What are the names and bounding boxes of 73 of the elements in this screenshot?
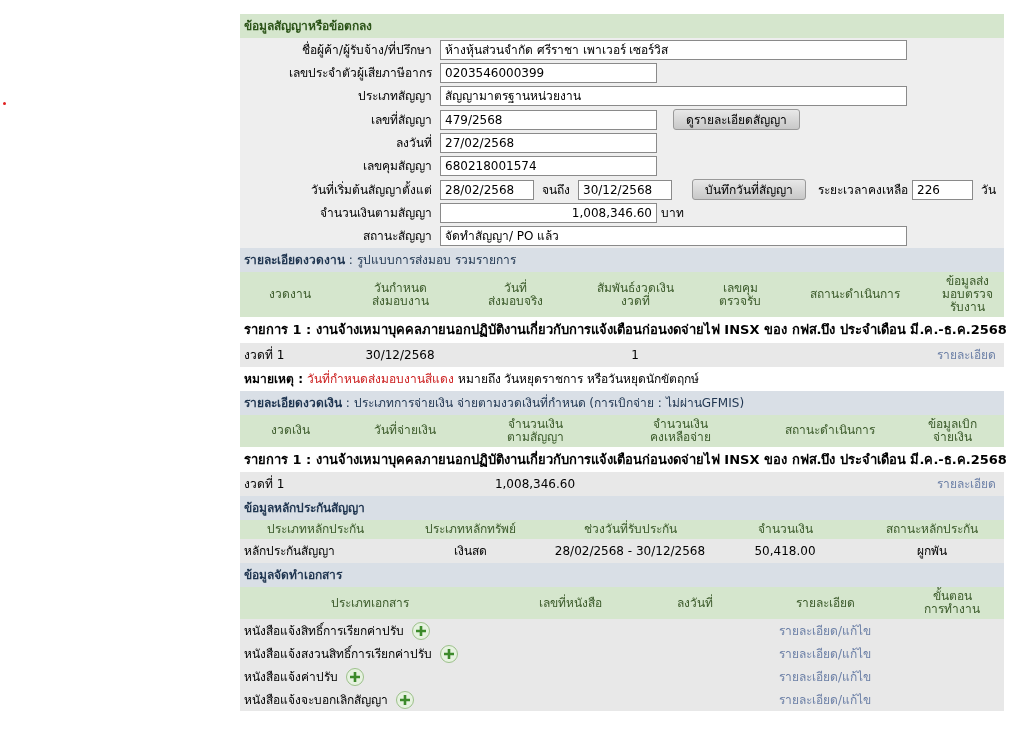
field-label: จนถึง (542, 181, 570, 199)
table-cell-text: 30/12/2568 (364, 346, 436, 364)
text-field[interactable]: 479/2568 (440, 109, 657, 130)
column-header: รายละเอียด (794, 594, 856, 612)
column-header: วันที่ ส่งมอบจริง (486, 278, 544, 310)
text-field[interactable]: 226 (912, 179, 973, 200)
field-label: จำนวนเงินตามสัญญา (319, 205, 433, 222)
column-header: สถานะดำเนินการ (784, 422, 876, 439)
column-header: งวดงาน (268, 286, 312, 303)
table-cell-text: 1 (630, 346, 640, 364)
document-type: หนังสือแจ้งสิทธิ์การเรียกค่าปรับ (244, 621, 404, 640)
text-field[interactable]: 30/12/2568 (578, 179, 672, 200)
column-header: ข้อมูลส่ง มอบตรวจ รับงาน (940, 273, 994, 316)
section-header: รายละเอียดงวดเงิน : ประเภทการจ่ายเงิน จ่ายตามงวดเงินที่กำหนด (การเบิกจ่าย : ไม่ผ่านGFMIS) (240, 390, 1004, 415)
column-header: สถานะหลักประกัน (885, 521, 979, 538)
column-header: สถานะดำเนินการ (809, 286, 901, 303)
dot-mark (3, 102, 6, 105)
column-header: เลขที่หนังสือ (537, 593, 603, 612)
text-field[interactable]: 0203546000399 (440, 63, 657, 83)
field-label: ลงวันที่ (395, 134, 433, 152)
column-header: ประเภทเอกสาร (330, 594, 410, 612)
field-label: สถานะสัญญา (362, 228, 433, 245)
table-cell-text: เงินสด (452, 543, 488, 560)
text-field[interactable]: 1,008,346.60 (440, 203, 657, 223)
column-header: จำนวนเงิน คงเหลือจ่าย (648, 415, 712, 446)
action-button[interactable]: ดูรายละเอียดสัญญา (673, 109, 800, 130)
section-header: ข้อมูลหลักประกันสัญญา (240, 496, 1004, 520)
field-label: เลขประจำตัวผู้เสียภาษีอากร (288, 65, 433, 82)
field-label: ประเภทสัญญา (357, 88, 433, 105)
text-field[interactable]: ห้างหุ้นส่วนจำกัด ศรีราชา เพาเวอร์ เซอร์วิส (440, 40, 907, 60)
column-header: จำนวนเงิน (756, 521, 814, 538)
document-type: หนังสือแจ้งสงวนสิทธิ์การเรียกค่าปรับ (244, 644, 432, 663)
text-field[interactable]: สัญญามาตรฐานหน่วยงาน (440, 86, 907, 106)
column-header: ประเภทหลักประกัน (265, 521, 365, 538)
unit-label: บาท (661, 205, 684, 222)
column-header: ข้อมูลเบิก จ่ายเงิน (926, 415, 978, 446)
field-label: เลขที่สัญญา (370, 110, 433, 129)
text-field[interactable]: จัดทำสัญญา/ PO แล้ว (440, 226, 907, 246)
section-header: รายละเอียดงวดงาน : รูปแบบการส่งมอบ รวมรายการ (240, 248, 1004, 272)
action-button[interactable]: บันทึกวันที่สัญญา (692, 179, 806, 200)
column-header: ประเภทหลักทรัพย์ (423, 521, 517, 538)
table-cell-text: 1,008,346.60 (493, 476, 577, 493)
table-cell-text: 50,418.00 (753, 543, 817, 560)
unit-label: วัน (981, 181, 996, 199)
add-icon[interactable] (440, 644, 458, 663)
section-header: ข้อมูลจัดทำเอกสาร (240, 563, 1004, 587)
text-field[interactable]: 27/02/2568 (440, 133, 657, 153)
column-header: เลขคุม ตรวจรับ (718, 279, 762, 310)
column-header: ลงวันที่ (676, 593, 714, 612)
column-header: ขั้นตอน การทำงาน (923, 587, 981, 618)
text-field[interactable]: 28/02/2568 (440, 179, 534, 200)
section-header: ข้อมูลสัญญาหรือข้อตกลง (240, 14, 1004, 38)
table-cell-text: งวดที่ 1 (243, 475, 286, 493)
table-cell-text: 28/02/2568 - 30/12/2568 (553, 543, 707, 560)
text-field[interactable]: 680218001574 (440, 156, 657, 176)
column-header: จำนวนเงิน ตามสัญญา (505, 415, 565, 446)
add-icon[interactable] (396, 690, 414, 709)
table-cell-text: งวดที่ 1 (243, 345, 286, 364)
add-icon[interactable] (412, 621, 430, 640)
column-header: งวดเงิน (269, 422, 311, 439)
column-header: วันที่จ่ายเงิน (373, 421, 437, 439)
table-cell-text: หลักประกันสัญญา (243, 543, 336, 560)
column-header: สัมพันธ์งวดเงิน งวดที่ (595, 279, 675, 310)
column-header: วันกำหนด ส่งมอบงาน (370, 279, 430, 310)
add-icon[interactable] (346, 667, 364, 686)
field-label: ชื่อผู้ค้า/ผู้รับจ้าง/ที่ปรึกษา (300, 41, 433, 59)
field-label: วันที่เริ่มต้นสัญญาตั้งแต่ (310, 180, 433, 199)
column-header: ช่วงวันที่รับประกัน (582, 520, 678, 538)
field-label: เลขคุมสัญญา (362, 158, 433, 175)
field-label: ระยะเวลาคงเหลือ (818, 181, 908, 199)
document-type: หนังสือแจ้งค่าปรับ (244, 668, 338, 686)
table-cell-text: ผูกพัน (916, 543, 948, 560)
document-type: หนังสือแจ้งจะบอกเลิกสัญญา (244, 691, 388, 709)
